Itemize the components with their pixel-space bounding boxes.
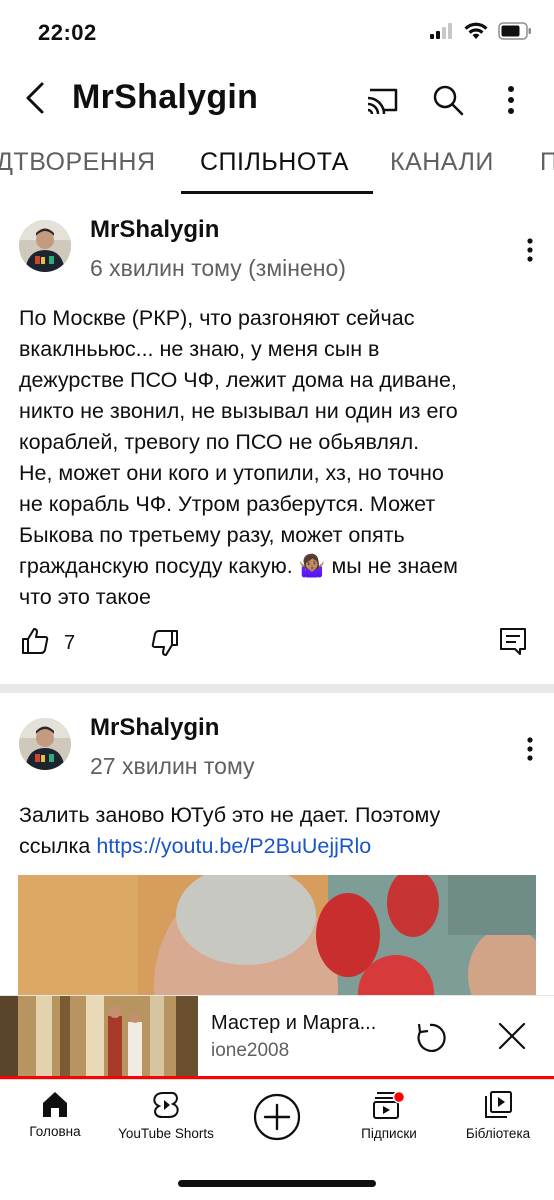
mini-player-thumbnail[interactable]	[0, 996, 198, 1076]
shorts-icon	[153, 1091, 179, 1118]
mini-player-channel: ione2008	[211, 1040, 290, 1061]
post-text-line: что это такое	[19, 585, 151, 609]
search-icon	[433, 85, 464, 116]
thumbs-up-icon	[22, 628, 49, 654]
nav-subscriptions[interactable]: Підписки	[354, 1090, 424, 1141]
tab-playlists[interactable]: ДТВОРЕННЯ	[0, 148, 156, 177]
more-vertical-icon	[527, 238, 533, 262]
status-icons	[430, 22, 532, 40]
post-text-line: кораблей, тревогу по ПСО не обьявлял.	[19, 430, 420, 454]
post-image-photo	[18, 875, 536, 1000]
post-more-button[interactable]	[518, 232, 542, 268]
nav-subscriptions-label: Підписки	[361, 1126, 417, 1141]
home-indicator	[178, 1180, 376, 1187]
nav-home[interactable]: Головна	[26, 1090, 84, 1139]
avatar-photo-icon	[19, 220, 71, 272]
tab-channels[interactable]: КАНАЛИ	[390, 148, 494, 177]
more-vertical-icon	[527, 737, 533, 761]
channel-title: MrShalygin	[72, 78, 259, 116]
post-text-line: дежурстве ПСО ЧФ, лежит дома на диване,	[19, 368, 457, 392]
post-link[interactable]: https://youtu.be/P2BuUejjRlo	[96, 834, 371, 858]
mini-player-close-button[interactable]	[494, 1018, 530, 1054]
nav-create[interactable]	[248, 1092, 306, 1142]
post-text-line: По Москве (РКР), что разгоняют сейчас	[19, 306, 415, 330]
cast-icon	[367, 88, 398, 115]
post-more-button[interactable]	[518, 731, 542, 767]
post-text: По Москве (РКР), что разгоняют сейчас вк…	[19, 303, 539, 613]
comments-button[interactable]	[498, 626, 528, 661]
post-text-line: вкаклнььюс... не знаю, у меня сын в	[19, 337, 380, 361]
nav-shorts-label: YouTube Shorts	[118, 1126, 214, 1141]
avatar-photo-icon	[19, 718, 71, 770]
like-button[interactable]	[20, 626, 50, 661]
post-text-line: ссылка https://youtu.be/P2BuUejjRlo	[19, 831, 539, 862]
post-text: Залить заново ЮТуб это не дает. Поэтому …	[19, 800, 539, 862]
nav-shorts[interactable]: YouTube Shorts	[111, 1090, 221, 1141]
nav-home-label: Головна	[29, 1124, 81, 1139]
create-icon	[253, 1093, 301, 1141]
search-button[interactable]	[430, 82, 466, 118]
post-text-line: гражданскую посуду какую. 🤷🏽‍♀️ мы не зн…	[19, 554, 458, 578]
post-image[interactable]	[18, 875, 536, 1000]
active-tab-indicator	[181, 191, 373, 194]
back-button[interactable]	[18, 80, 54, 116]
home-icon	[43, 1092, 67, 1117]
avatar[interactable]	[19, 718, 71, 770]
more-options-button[interactable]	[496, 82, 526, 118]
post-time: 6 хвилин тому (змінено)	[90, 255, 346, 281]
post-text-line: Не, может они кого и утопили, хз, но точ…	[19, 461, 444, 485]
back-arrow-icon	[26, 82, 44, 114]
status-bar: 22:02	[0, 0, 554, 64]
subscriptions-icon	[373, 1090, 406, 1119]
thumbs-down-icon	[151, 630, 178, 656]
nav-library-label: Бібліотека	[465, 1126, 531, 1141]
nav-library[interactable]: Бібліотека	[458, 1090, 538, 1141]
post-text-line: Залить заново ЮТуб это не дает. Поэтому	[19, 803, 441, 827]
cast-button[interactable]	[364, 82, 400, 118]
library-icon	[485, 1091, 512, 1118]
tab-about[interactable]: П	[540, 148, 554, 177]
cellular-signal-icon	[430, 23, 452, 39]
close-icon	[498, 1022, 526, 1050]
post-text-line: не корабль ЧФ. Утром разберутся. Может	[19, 492, 436, 516]
post-author[interactable]: MrShalygin	[90, 216, 219, 244]
mini-player-title[interactable]: Мастер и Марга...	[211, 1012, 376, 1035]
post-text-line: Быкова по третьему разу, может опять	[19, 523, 405, 547]
mini-player[interactable]: Мастер и Марга... ione2008	[0, 996, 554, 1078]
replay-button[interactable]	[410, 1018, 450, 1058]
status-time: 22:02	[38, 20, 97, 45]
post-time: 27 хвилин тому	[90, 753, 255, 779]
more-vertical-icon	[508, 86, 514, 114]
battery-icon	[498, 22, 531, 40]
replay-icon	[417, 1023, 446, 1052]
post-divider	[0, 684, 554, 693]
app-bar: MrShalygin	[0, 64, 554, 134]
avatar[interactable]	[19, 220, 71, 272]
wifi-icon	[464, 22, 488, 39]
post-author[interactable]: MrShalygin	[90, 714, 219, 742]
dislike-button[interactable]	[150, 628, 180, 663]
post-text-line: никто не звонил, не вызывал ни один из е…	[19, 399, 458, 423]
comment-icon	[500, 628, 526, 655]
post-text-prefix: ссылка	[19, 834, 97, 858]
like-count: 7	[64, 632, 76, 654]
channel-tabs: ДТВОРЕННЯ СПІЛЬНОТА КАНАЛИ П	[0, 134, 554, 196]
mini-thumbnail-photo	[0, 996, 198, 1076]
tab-community[interactable]: СПІЛЬНОТА	[200, 148, 349, 177]
